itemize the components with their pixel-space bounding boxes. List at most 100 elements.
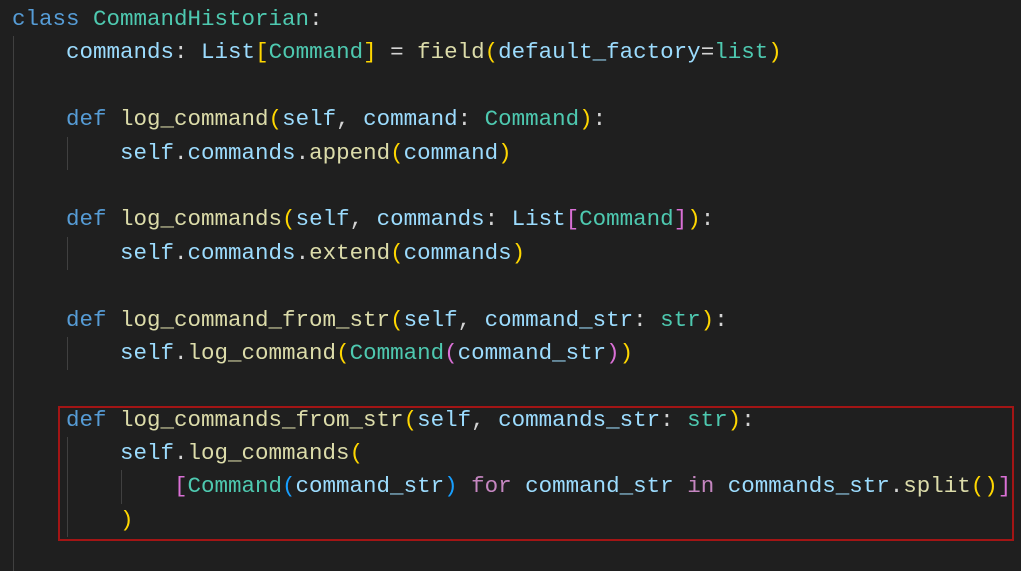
code-editor[interactable]: class CommandHistorian: commands: List[Co… [0, 3, 1021, 571]
indent-guide [13, 270, 14, 304]
code-token: ) [120, 506, 134, 533]
code-line[interactable] [0, 370, 1021, 404]
code-token: List [511, 206, 566, 233]
code-token: commands [403, 239, 512, 266]
code-line[interactable] [0, 270, 1021, 304]
code-token: log_commands [120, 206, 283, 233]
code-token: command_str [457, 339, 607, 366]
indent-guide [13, 103, 14, 137]
code-token: ( [390, 139, 404, 166]
code-token: [ [255, 39, 269, 66]
code-token: ) [444, 473, 458, 500]
indent-guide [67, 136, 68, 170]
code-token: [ [174, 473, 188, 500]
code-token: def [66, 406, 121, 433]
code-token: ( [484, 39, 499, 66]
code-token: , [336, 106, 364, 133]
code-token: ) [687, 206, 701, 233]
code-token: class [12, 6, 94, 32]
code-token: log_command [120, 106, 269, 133]
code-token: commands_str [498, 406, 661, 433]
indent-guide [121, 470, 122, 504]
code-token: self [120, 139, 175, 166]
code-token: ( [336, 339, 350, 366]
code-line[interactable]: def log_command_from_str(self, command_s… [0, 303, 1021, 337]
indent-guide [67, 470, 68, 504]
code-token: Command [484, 106, 580, 133]
code-text: self.commands.append(command) [120, 137, 512, 170]
indent-guide [13, 370, 14, 404]
code-token: ) [579, 106, 593, 133]
code-line[interactable]: ) [0, 503, 1021, 538]
code-line[interactable]: self.commands.append(command) [0, 136, 1021, 170]
indent-guide [13, 336, 14, 371]
code-line[interactable]: self.log_command(Command(command_str)) [0, 336, 1021, 371]
code-token: ( [282, 473, 296, 500]
code-token: self [417, 406, 472, 433]
code-token: , [471, 406, 499, 433]
code-token: self [295, 206, 350, 233]
code-line[interactable]: self.log_commands( [0, 437, 1021, 471]
indent-guide [13, 470, 14, 504]
code-token: ) [619, 339, 634, 366]
code-line[interactable]: def log_commands_from_str(self, commands… [0, 403, 1021, 438]
code-token: . [295, 139, 310, 166]
code-text: ) [120, 504, 134, 537]
code-token: : [592, 106, 607, 133]
code-token: log_commands [187, 440, 350, 467]
code-token: list [714, 39, 769, 66]
code-line[interactable]: self.commands.extend(commands) [0, 236, 1021, 271]
code-token: ( [444, 339, 458, 366]
code-line[interactable] [0, 69, 1021, 104]
code-token: : [741, 406, 755, 433]
code-text: commands: List[Command] = field(default_… [66, 36, 782, 69]
code-line[interactable]: commands: List[Command] = field(default_… [0, 36, 1021, 70]
code-token: log_commands_from_str [120, 406, 404, 433]
indent-guide [67, 437, 68, 471]
indent-guide [13, 69, 14, 104]
code-token: : [714, 306, 728, 333]
code-token: = [376, 39, 418, 66]
code-line[interactable]: def log_commands(self, commands: List[Co… [0, 203, 1021, 237]
code-token: Command [349, 339, 445, 366]
code-token: ( [403, 406, 418, 433]
code-line[interactable]: def log_command(self, command: Command): [0, 103, 1021, 137]
code-token: Command [187, 473, 283, 500]
code-token: ( [390, 306, 404, 333]
indent-guide [13, 236, 14, 271]
code-text: def log_commands(self, commands: List[Co… [66, 203, 714, 236]
code-token: commands_str [727, 473, 890, 500]
code-token: ) [511, 239, 526, 266]
code-token: field [417, 39, 485, 66]
indent-guide [13, 437, 14, 471]
code-token: str [660, 306, 701, 333]
code-token: [ [565, 206, 580, 233]
code-token: . [295, 239, 310, 266]
code-token: Command [579, 206, 674, 233]
code-token: . [174, 339, 188, 366]
code-token: . [174, 440, 188, 467]
code-token: . [174, 139, 188, 166]
code-token: self [282, 106, 337, 133]
code-token: Command [268, 39, 364, 66]
code-line[interactable]: [Command(command_str) for command_str in… [0, 470, 1021, 504]
code-token: commands [187, 239, 296, 266]
code-token: , [349, 206, 377, 233]
code-token: : [174, 39, 202, 66]
code-token: log_command_from_str [120, 306, 391, 333]
code-line[interactable]: class CommandHistorian: [0, 3, 1021, 36]
code-text: def log_commands_from_str(self, commands… [66, 404, 755, 437]
code-token: . [889, 473, 904, 500]
code-text: def log_command_from_str(self, command_s… [66, 304, 728, 337]
code-token: ) [768, 39, 782, 66]
code-text: self.log_command(Command(command_str)) [120, 337, 633, 370]
code-token: ) [606, 339, 620, 366]
code-text: self.commands.extend(commands) [120, 237, 525, 270]
code-token: command [363, 106, 458, 133]
code-token: command_str [525, 473, 674, 500]
code-token: self [120, 339, 175, 366]
code-line[interactable] [0, 169, 1021, 204]
